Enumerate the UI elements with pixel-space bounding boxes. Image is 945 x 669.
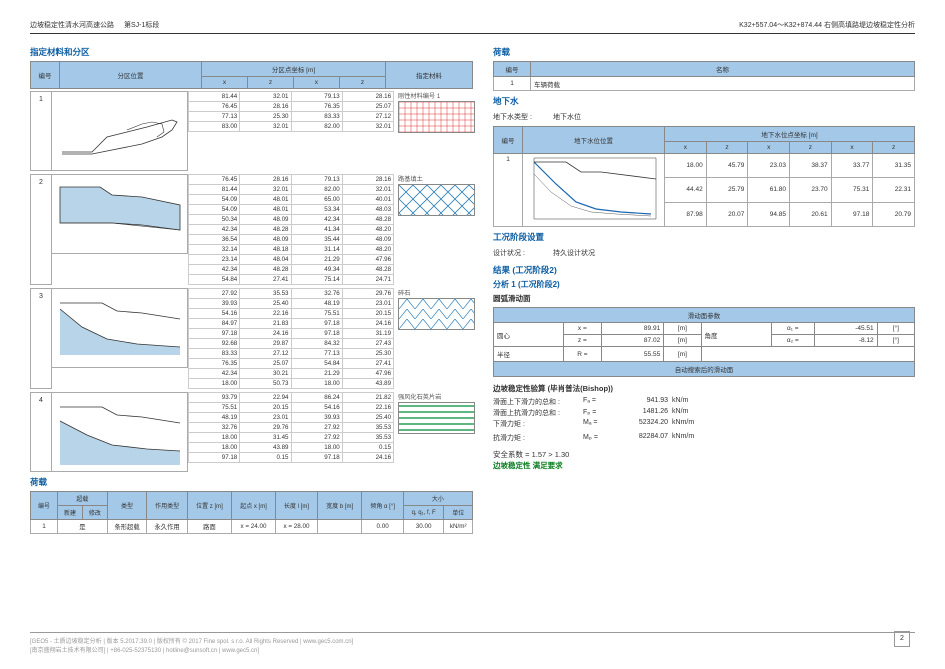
stage-title: 工况阶段设置 (493, 231, 915, 243)
gw-title: 地下水 (493, 95, 915, 107)
material-sketch (52, 288, 188, 368)
th-z2: z (339, 77, 385, 89)
circular-title: 圆弧滑动面 (493, 293, 915, 304)
material-label: 碎石 (398, 288, 473, 297)
material-pattern (398, 101, 475, 133)
th-x1: x (202, 77, 248, 89)
material-number: 4 (30, 392, 52, 472)
material-row: 2 76.4528.1679.1328.1681.4432.0182.0032.… (30, 174, 473, 285)
th-x2: x (293, 77, 339, 89)
material-row: 3 27.9235.5332.7629.7639.9325.4048.1923.… (30, 288, 473, 389)
th-assigned: 指定材料 (386, 62, 473, 89)
material-pattern (398, 298, 475, 330)
analysis-title: 分析 1 (工况阶段2) (493, 279, 915, 290)
material-number: 1 (30, 91, 52, 171)
th-no: 编号 (31, 62, 60, 89)
th-pos: 分区位置 (60, 62, 202, 89)
material-row: 1 81.4432.0179.1328.1676.4528.1676.3525.… (30, 91, 473, 171)
header-project: 边坡稳定性清水河高速公路 (30, 20, 114, 30)
results-title: 结果 (工况阶段2) (493, 264, 915, 276)
ok-result: 边坡稳定性 满足要求 (493, 460, 915, 471)
footer-line2: [南京盛翔岩土技术有限公司] | +86-025-52375130 | hotl… (30, 645, 353, 654)
material-number: 3 (30, 288, 52, 389)
materials-title: 指定材料和分区 (30, 46, 473, 58)
material-label: 刚性材料编号 1 (398, 91, 473, 100)
gw-sketch (526, 154, 661, 224)
header-range: K32+557.04～K32+874.44 右侧高填路堤边坡稳定性分析 (739, 20, 915, 30)
material-sketch (52, 174, 188, 254)
material-label: 强风化石英片岩 (398, 392, 473, 401)
sc-title: 荷载 (493, 46, 915, 58)
gw-type-value: 地下水位 (553, 112, 581, 122)
material-pattern (398, 402, 475, 434)
fs-result: 安全系数 = 1.57 > 1.30 (493, 449, 915, 460)
material-sketch (52, 91, 188, 171)
footer-line1: [GEO5 - 土质边坡稳定分析 | 版本 5.2017.39.0 | 版权所有… (30, 636, 353, 645)
gw-type-label: 地下水类型 : (493, 112, 553, 122)
th-coords: 分区点坐标 [m] (202, 62, 386, 77)
bishop-title: 边坡稳定性验算 (毕肖普法(Bishop)) (493, 383, 915, 394)
material-number: 2 (30, 174, 52, 285)
material-label: 路基填土 (398, 174, 473, 183)
material-row: 4 93.7922.9486.2421.8275.5120.1554.1622.… (30, 392, 473, 472)
material-pattern (398, 184, 475, 216)
load-title: 荷载 (30, 476, 473, 488)
th-z1: z (247, 77, 293, 89)
header-section: 第SJ-1标段 (124, 20, 159, 30)
material-sketch (52, 392, 188, 472)
